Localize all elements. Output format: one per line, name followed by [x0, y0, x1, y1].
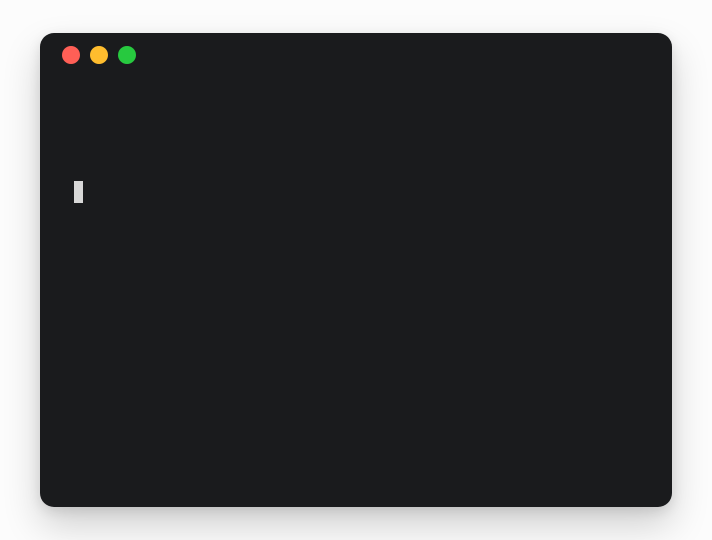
titlebar	[40, 33, 672, 77]
minimize-button[interactable]	[90, 46, 108, 64]
cursor-icon	[74, 181, 83, 203]
terminal-body[interactable]	[40, 77, 672, 266]
prompt-line[interactable]	[72, 181, 640, 203]
zoom-button[interactable]	[118, 46, 136, 64]
close-button[interactable]	[62, 46, 80, 64]
terminal-window	[40, 33, 672, 507]
